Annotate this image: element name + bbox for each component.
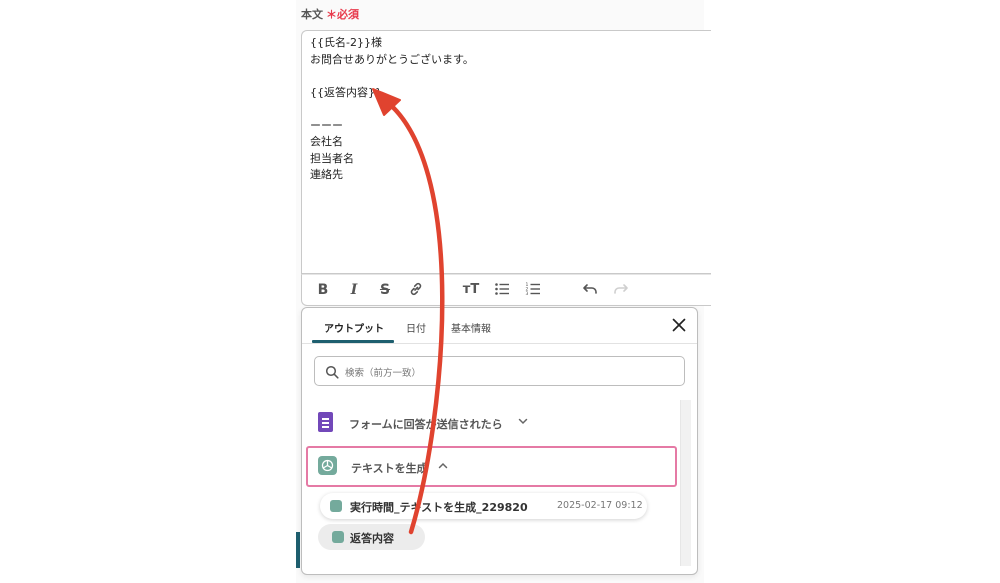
link-icon[interactable] bbox=[407, 281, 425, 299]
body-label-text: 本文 bbox=[301, 8, 323, 21]
chevron-up-icon[interactable] bbox=[438, 461, 448, 474]
search-input[interactable]: 検索（前方一致） bbox=[314, 356, 685, 386]
undo-icon[interactable] bbox=[581, 281, 599, 299]
tab-date[interactable]: 日付 bbox=[406, 320, 426, 335]
side-marker bbox=[296, 532, 300, 568]
output-picker-popup: アウトプット 日付 基本情報 検索（前方一致） フォームに回答が送信されたら テ… bbox=[301, 307, 698, 575]
text-size-icon[interactable]: ᴛT bbox=[462, 281, 480, 299]
tab-basic-info[interactable]: 基本情報 bbox=[451, 320, 491, 335]
tab-output[interactable]: アウトプット bbox=[324, 320, 384, 335]
strikethrough-icon[interactable]: S bbox=[376, 281, 394, 299]
output-item-exec-time[interactable]: 実行時間_テキストを生成_229820 2025-02-17 09:12 bbox=[320, 493, 647, 519]
node-label: フォームに回答が送信されたら bbox=[349, 418, 503, 431]
required-badge: ＊必須 bbox=[326, 8, 359, 21]
chatgpt-icon bbox=[332, 531, 344, 543]
editor-line: {{返答内容}} bbox=[310, 85, 382, 99]
chevron-down-icon[interactable] bbox=[518, 416, 528, 429]
bullet-list-icon[interactable] bbox=[493, 281, 511, 299]
editor-line: 担当者名 bbox=[310, 151, 354, 165]
bold-icon[interactable]: B bbox=[314, 281, 332, 299]
editor-line: 会社名 bbox=[310, 135, 343, 148]
node-generate-text[interactable]: テキストを生成 bbox=[306, 446, 677, 487]
editor-line: {{氏名-2}}様 bbox=[310, 36, 382, 49]
close-icon[interactable] bbox=[671, 317, 687, 333]
chatgpt-icon bbox=[330, 500, 342, 512]
search-placeholder: 検索（前方一致） bbox=[345, 368, 422, 379]
output-label: 実行時間_テキストを生成_229820 bbox=[350, 501, 528, 514]
body-editor[interactable]: {{氏名-2}}様 お問合せありがとうございます。 {{返答内容}} ーーー 会… bbox=[301, 30, 711, 274]
active-tab-indicator bbox=[312, 340, 394, 343]
required-text: 必須 bbox=[337, 8, 359, 21]
editor-line: 連絡先 bbox=[310, 168, 343, 181]
editor-toolbar: B I S ᴛT 123 bbox=[301, 274, 711, 306]
required-mark: ＊ bbox=[326, 8, 337, 21]
editor-line: ーーー bbox=[310, 118, 343, 132]
redo-icon[interactable] bbox=[612, 281, 630, 299]
google-forms-icon bbox=[318, 412, 333, 432]
node-label: テキストを生成 bbox=[351, 462, 428, 475]
list-scrollbar[interactable] bbox=[680, 400, 691, 566]
output-date: 2025-02-17 09:12 bbox=[557, 500, 643, 511]
node-form-trigger[interactable]: フォームに回答が送信されたら bbox=[306, 405, 677, 443]
editor-line: お問合せありがとうございます。 bbox=[310, 52, 474, 66]
popup-tabs: アウトプット 日付 基本情報 bbox=[302, 308, 697, 344]
numbered-list-icon[interactable]: 123 bbox=[524, 281, 542, 299]
svg-text:3: 3 bbox=[526, 291, 529, 297]
body-field-label: 本文 ＊必須 bbox=[301, 6, 359, 22]
italic-icon[interactable]: I bbox=[345, 281, 363, 299]
chatgpt-icon bbox=[318, 456, 337, 475]
search-icon bbox=[325, 364, 339, 383]
output-item-reply-content[interactable]: 返答内容 bbox=[318, 524, 425, 550]
output-label: 返答内容 bbox=[350, 532, 394, 545]
